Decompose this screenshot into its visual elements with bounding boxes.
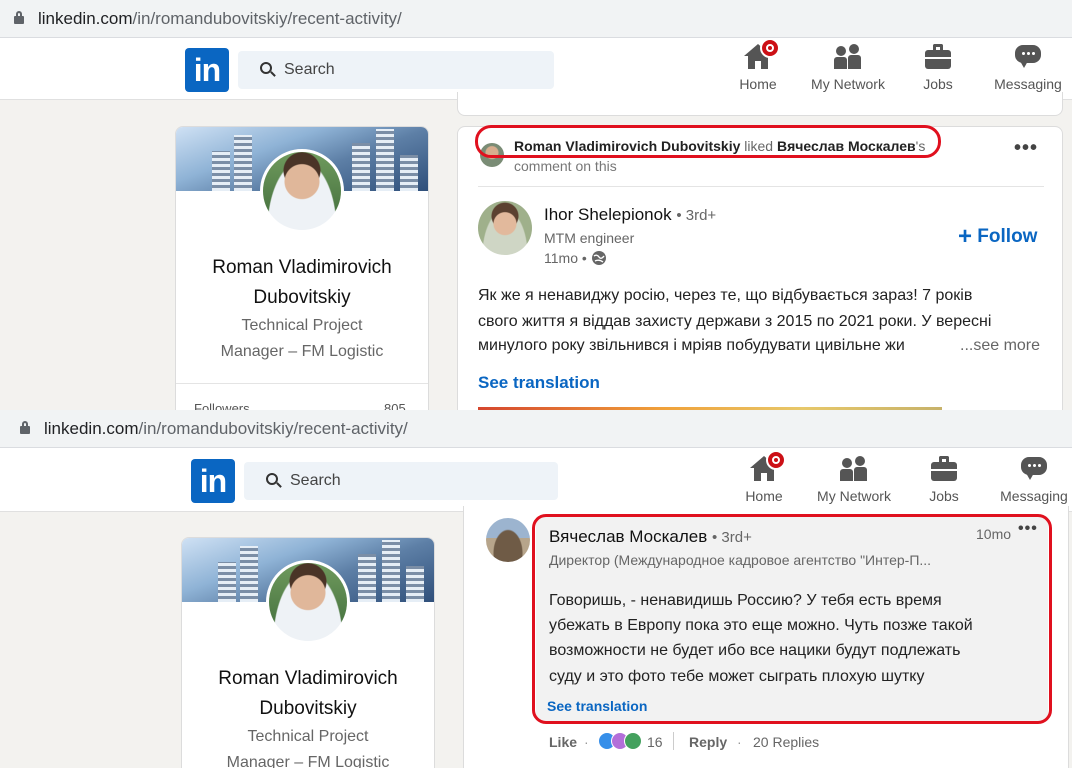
lock-icon [20, 421, 30, 434]
top-navigation: in Search Home My Network Jobs Messaging [0, 450, 1072, 512]
messaging-icon [1020, 456, 1048, 482]
home-icon [744, 38, 780, 70]
post-author-avatar[interactable] [478, 201, 532, 255]
messaging-icon [1014, 44, 1042, 70]
activity-line2: comment on this [514, 158, 617, 174]
post-text-line3: минулого року звільнився і мріяв побудув… [478, 337, 905, 354]
action-separator: · [737, 734, 742, 750]
url-text[interactable]: linkedin.com/in/romandubovitskiy/recent-… [38, 9, 402, 29]
profile-card: Roman Vladimirovich Dubovitskiy Technica… [181, 537, 435, 768]
profile-avatar[interactable] [266, 560, 350, 644]
action-separator: · [584, 734, 589, 750]
highlight-comment [532, 514, 1052, 724]
profile-card: Roman Vladimirovich Dubovitskiy Technica… [175, 126, 429, 410]
replies-count-link[interactable]: 20 Replies [753, 734, 819, 750]
screenshot-bottom: linkedin.com/in/romandubovitskiy/recent-… [0, 410, 1072, 768]
support-reaction-icon [624, 732, 642, 750]
highlight-activity-line [475, 125, 941, 158]
post-time: 11mo • [544, 250, 607, 266]
more-options-icon[interactable]: ••• [1014, 137, 1038, 160]
linkedin-logo[interactable]: in [185, 48, 229, 92]
nav-home[interactable]: Home [736, 450, 792, 504]
profile-title-line1: Technical Project [241, 317, 363, 334]
search-placeholder: Search [290, 472, 341, 489]
header-divider [478, 186, 1044, 187]
nav-messaging-label: Messaging [1000, 488, 1068, 504]
top-navigation: in Search Home My Network Jobs Messaging [0, 38, 1072, 100]
post-card: Roman Vladimirovich Dubovitskiy liked Вя… [457, 126, 1063, 410]
post-author-headline: MTM engineer [544, 230, 635, 246]
post-text-line2: свого життя я віддав захисту держави з 2… [478, 313, 992, 330]
nav-my-network[interactable]: My Network [802, 44, 894, 92]
nav-home-label: Home [745, 488, 783, 504]
plus-icon: + [958, 223, 973, 250]
commenter-avatar[interactable] [486, 518, 530, 562]
nav-jobs[interactable]: Jobs [912, 44, 964, 92]
notification-badge [760, 38, 780, 58]
previous-post-card [457, 92, 1063, 116]
reaction-count[interactable]: 16 [647, 734, 663, 750]
reply-button[interactable]: Reply [689, 734, 727, 750]
network-icon [840, 456, 868, 482]
home-icon [750, 450, 786, 482]
profile-title-line1: Technical Project [247, 728, 369, 745]
profile-divider [176, 383, 428, 384]
linkedin-logo[interactable]: in [191, 459, 235, 503]
reaction-icons[interactable] [598, 732, 644, 750]
search-icon [260, 62, 272, 74]
profile-name-line1[interactable]: Roman Vladimirovich [182, 664, 434, 694]
followers-label: Followers [194, 401, 250, 410]
nav-messaging[interactable]: Messaging [994, 456, 1072, 504]
profile-name-line2[interactable]: Dubovitskiy [176, 283, 428, 313]
profile-name-line1[interactable]: Roman Vladimirovich [176, 253, 428, 283]
post-author[interactable]: Ihor Shelepionok • 3rd+ [544, 205, 716, 225]
search-input[interactable]: Search [238, 51, 554, 89]
browser-address-bar[interactable]: linkedin.com/in/romandubovitskiy/recent-… [0, 0, 1072, 38]
nav-messaging-label: Messaging [994, 76, 1062, 92]
nav-my-network-label: My Network [811, 76, 885, 92]
screenshot-top: linkedin.com/in/romandubovitskiy/recent-… [0, 0, 1072, 410]
see-translation-link[interactable]: See translation [478, 373, 600, 393]
lock-icon [14, 11, 24, 24]
like-button[interactable]: Like [549, 734, 577, 750]
nav-jobs[interactable]: Jobs [918, 456, 970, 504]
profile-title-line2: Manager – FM Logistic [226, 754, 390, 768]
nav-jobs-label: Jobs [923, 76, 953, 92]
nav-my-network-label: My Network [817, 488, 891, 504]
nav-jobs-label: Jobs [929, 488, 959, 504]
nav-home[interactable]: Home [730, 38, 786, 92]
follow-button[interactable]: + Follow [958, 223, 1037, 251]
search-input[interactable]: Search [244, 462, 558, 500]
nav-messaging[interactable]: Messaging [988, 44, 1068, 92]
browser-address-bar[interactable]: linkedin.com/in/romandubovitskiy/recent-… [0, 410, 1072, 448]
search-placeholder: Search [284, 61, 335, 78]
action-divider [673, 732, 674, 750]
network-icon [834, 44, 862, 70]
notification-badge [766, 450, 786, 470]
post-author-degree: • 3rd+ [676, 207, 717, 224]
nav-home-label: Home [739, 76, 777, 92]
profile-name-line2[interactable]: Dubovitskiy [182, 694, 434, 724]
jobs-icon [930, 456, 958, 482]
search-icon [266, 473, 278, 485]
url-text[interactable]: linkedin.com/in/romandubovitskiy/recent-… [44, 419, 408, 439]
profile-title-line2: Manager – FM Logistic [220, 343, 384, 360]
followers-count: 805 [384, 401, 406, 410]
post-text-line1: Як же я ненавиджу росію, через те, що ві… [478, 287, 973, 304]
profile-avatar[interactable] [260, 149, 344, 233]
see-more-link[interactable]: ...see more [956, 333, 1041, 359]
nav-my-network[interactable]: My Network [808, 456, 900, 504]
jobs-icon [924, 44, 952, 70]
globe-icon [591, 251, 606, 265]
